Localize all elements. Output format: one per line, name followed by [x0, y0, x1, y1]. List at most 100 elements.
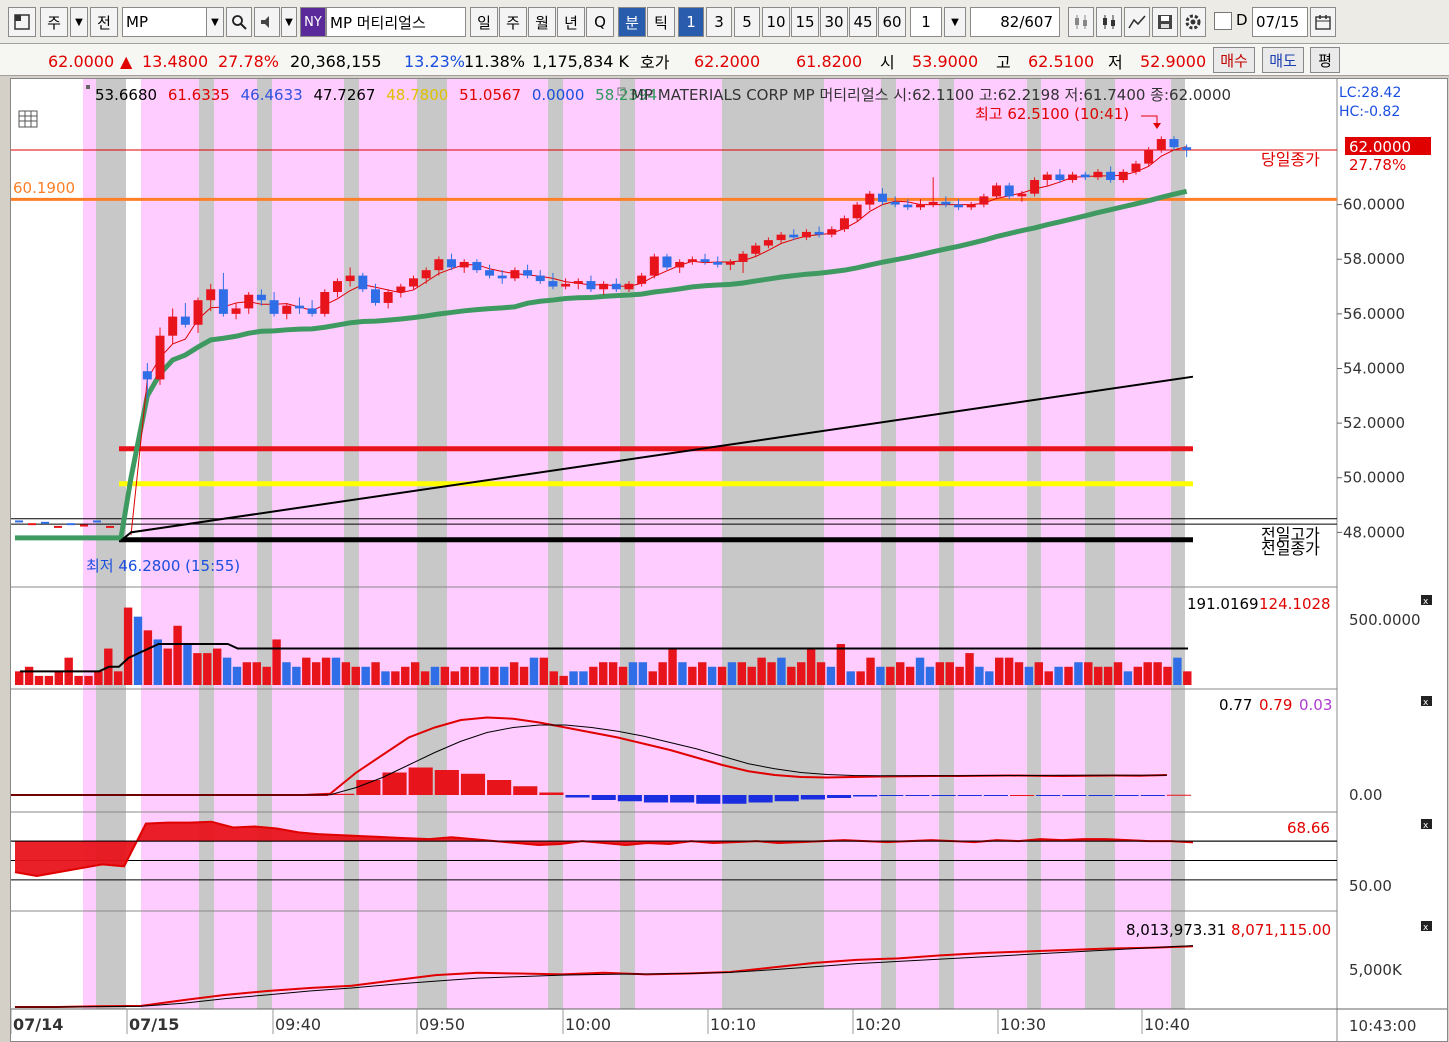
gear-icon[interactable] — [1180, 7, 1206, 37]
mode-all-button[interactable]: 전 — [90, 7, 118, 37]
ratio1-value: 13.23% — [404, 51, 466, 71]
volume-bar — [113, 671, 123, 685]
minute-60-button[interactable]: 60 — [878, 7, 906, 37]
macd-histogram-bar — [1088, 795, 1113, 796]
volume-bar — [1183, 671, 1192, 685]
svg-text:x: x — [1423, 597, 1429, 607]
macd-histogram-bar — [722, 795, 747, 804]
tab-minute[interactable]: 분 — [618, 7, 646, 37]
date-input[interactable]: 07/15 — [1252, 7, 1308, 37]
minute-15-button[interactable]: 15 — [791, 7, 819, 37]
minute-10-button[interactable]: 10 — [762, 7, 790, 37]
candle-body — [548, 281, 558, 287]
orange-line-label: 60.1900 — [13, 179, 75, 197]
chevron-down-icon[interactable]: ▼ — [944, 7, 966, 37]
window-icon[interactable] — [8, 7, 36, 37]
chevron-down-icon[interactable]: ▼ — [281, 7, 297, 37]
chevron-down-icon[interactable]: ▼ — [206, 7, 224, 37]
candle-body — [218, 289, 228, 314]
y-tick-label: 54.0000 — [1343, 359, 1405, 377]
volume-bar — [995, 657, 1004, 685]
macd-histogram-bar — [931, 795, 956, 796]
sell-button[interactable]: 매도 — [1262, 47, 1304, 73]
interval-input[interactable]: 1 — [910, 7, 942, 37]
page-counter[interactable]: 82/607 — [970, 7, 1060, 37]
buy-button[interactable]: 매수 — [1213, 47, 1255, 73]
candle-body — [662, 256, 672, 268]
candle-type-icon[interactable] — [1068, 7, 1094, 37]
grid-icon[interactable] — [18, 110, 38, 128]
tab-tick[interactable]: 틱 — [647, 7, 675, 37]
hoga-label: 호가 — [640, 53, 670, 72]
close-icon[interactable]: x — [1421, 595, 1432, 607]
avg-button[interactable]: 평 — [1310, 47, 1340, 73]
d-checkbox-label: D — [1236, 11, 1248, 29]
period-year-button[interactable]: 년 — [557, 7, 585, 37]
trend-tool-icon[interactable] — [1124, 7, 1150, 37]
calendar-icon[interactable] — [1310, 7, 1336, 37]
indicator-icon[interactable] — [1096, 7, 1122, 37]
macd-value-2: 0.79 — [1259, 696, 1292, 714]
save-icon[interactable] — [1152, 7, 1178, 37]
candle-body — [345, 275, 355, 282]
chart-area[interactable]: 48.0000 50.0000 52.0000 54.0000 56.0000 58.00… — [10, 78, 1448, 1042]
d-checkbox[interactable] — [1214, 12, 1232, 30]
period-day-button[interactable]: 일 — [470, 7, 498, 37]
volume-bar — [302, 657, 311, 685]
close-icon[interactable]: x — [1421, 921, 1432, 933]
volume-bar — [252, 662, 261, 685]
y-tick-label: 48.0000 — [1343, 523, 1405, 541]
search-icon[interactable] — [226, 7, 252, 37]
macd-histogram-bar — [1062, 795, 1087, 796]
stock-chart[interactable]: 48.0000 50.0000 52.0000 54.0000 56.0000 58.00… — [10, 79, 1447, 1041]
minute-30-button[interactable]: 30 — [820, 7, 848, 37]
volume-bar — [381, 671, 390, 685]
symbol-input[interactable]: MP — [122, 7, 208, 37]
macd-histogram-bar — [1009, 795, 1035, 796]
close-icon[interactable]: x — [1421, 696, 1432, 708]
volume-bar — [1034, 662, 1044, 685]
legend-marker — [86, 85, 90, 89]
candle-body — [814, 231, 824, 235]
obv-axis-label: 5,000K — [1349, 961, 1403, 979]
macd-value-3: 0.03 — [1299, 696, 1332, 714]
volume-bar — [163, 648, 172, 685]
minute-45-button[interactable]: 45 — [849, 7, 877, 37]
candle-body — [561, 283, 571, 287]
x-tick-label: 10:00 — [565, 1015, 611, 1034]
minute-3-button[interactable]: 3 — [706, 7, 732, 37]
candle-body — [193, 300, 203, 325]
volume-bar — [1133, 666, 1143, 685]
speaker-icon[interactable] — [254, 7, 280, 37]
volume-bar — [985, 671, 994, 685]
y-tick-label: 56.0000 — [1343, 305, 1405, 323]
high-price: 62.5100 — [1028, 51, 1095, 71]
mode-stock-button[interactable]: 주 — [40, 7, 68, 37]
volume-bar — [1004, 657, 1014, 685]
volume-bar — [509, 662, 519, 685]
candle-body — [320, 292, 330, 314]
candle-body — [1068, 174, 1078, 181]
close-icon[interactable]: x — [1421, 819, 1432, 831]
bid-price: 61.8200 — [796, 51, 863, 71]
symbol-name-field[interactable]: MP 머티리얼스 — [326, 7, 466, 37]
macd-histogram-bar — [434, 770, 459, 795]
candle-body — [459, 261, 469, 268]
chevron-down-icon[interactable]: ▼ — [70, 7, 88, 37]
period-month-button[interactable]: 월 — [528, 7, 556, 37]
highlight-band — [141, 79, 199, 1009]
volume-bar — [232, 666, 242, 685]
volume-bar — [856, 671, 865, 685]
minute-1-button[interactable]: 1 — [678, 7, 704, 37]
macd-histogram-bar — [957, 795, 982, 796]
period-week-button[interactable]: 주 — [499, 7, 527, 37]
minute-5-button[interactable]: 5 — [734, 7, 760, 37]
shade-band — [620, 79, 635, 1009]
candle-body — [1118, 171, 1128, 181]
period-quarter-button[interactable]: Q — [586, 7, 614, 37]
volume-bar — [1153, 662, 1162, 685]
candle-body — [206, 289, 216, 301]
volume-bar — [391, 671, 400, 685]
volume-bar — [816, 662, 826, 685]
candle-body — [776, 234, 786, 241]
